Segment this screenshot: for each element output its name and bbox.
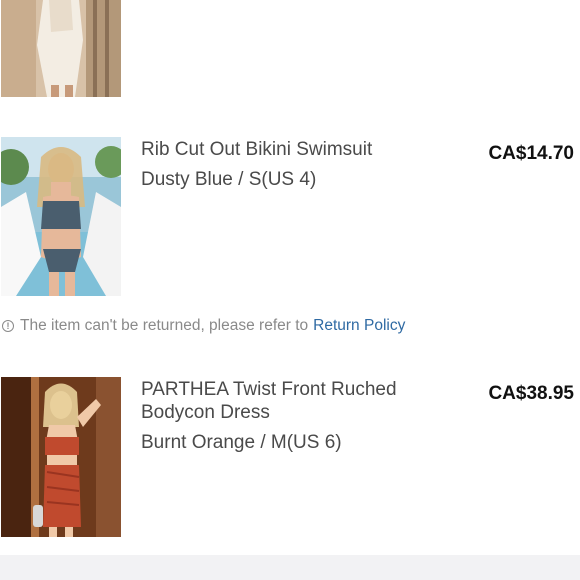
return-notice-text: The item can't be returned, please refer…: [20, 317, 309, 334]
product-name[interactable]: PARTHEA Twist Front Ruched Bodycon Dress: [141, 378, 397, 424]
product-name-line-1: PARTHEA Twist Front Ruched: [141, 379, 397, 400]
product-name[interactable]: Rib Cut Out Bikini Swimsuit: [141, 138, 372, 161]
product-name-line-2: Bodycon Dress: [141, 402, 270, 423]
product-image-bikini[interactable]: [1, 137, 121, 296]
product-price: CA$38.95: [488, 383, 574, 404]
product-variant: Burnt Orange / M(US 6): [141, 432, 342, 453]
return-notice: ! The item can't be returned, please ref…: [2, 317, 405, 335]
info-icon: !: [2, 320, 14, 332]
product-variant: Dusty Blue / S(US 4): [141, 169, 317, 190]
product-price: CA$14.70: [488, 143, 574, 164]
product-image-white-dress[interactable]: [1, 0, 121, 97]
return-policy-link[interactable]: Return Policy: [313, 317, 405, 335]
product-image-bodycon-dress[interactable]: [1, 377, 121, 537]
bottom-divider-bar: [0, 555, 580, 580]
